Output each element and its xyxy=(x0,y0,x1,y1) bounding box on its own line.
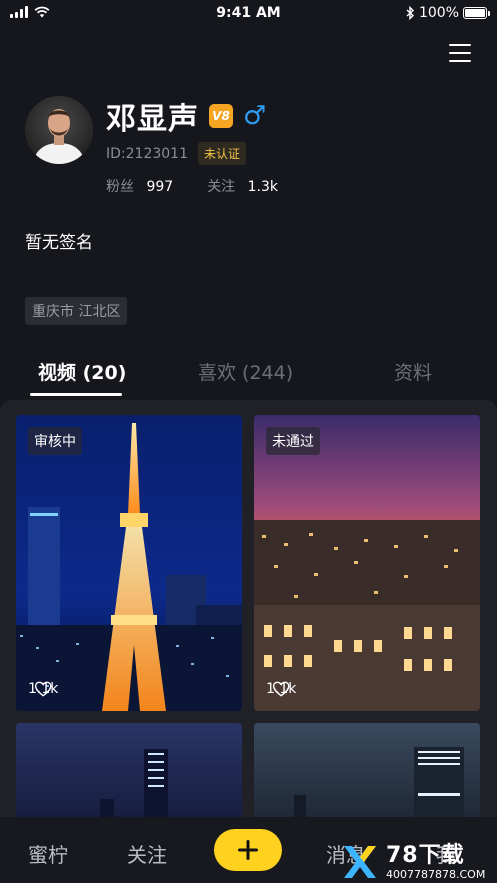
profile-id: ID:2123011 xyxy=(106,145,188,162)
follow-count: 1.3k xyxy=(247,179,279,195)
location-tag: 重庆市 江北区 xyxy=(25,297,128,325)
heart-icon xyxy=(272,681,290,697)
video-card[interactable]: 审核中 1.1k xyxy=(16,415,242,711)
menu-icon[interactable] xyxy=(449,44,471,62)
video-card[interactable] xyxy=(16,723,242,823)
tab-videos[interactable]: 视频 (20) xyxy=(38,358,126,385)
video-card[interactable] xyxy=(254,723,480,823)
video-thumbnail xyxy=(254,723,480,823)
video-likes: 1.1k xyxy=(266,681,296,697)
video-thumbnail xyxy=(16,723,242,823)
verify-status-tag[interactable]: 未认证 xyxy=(197,142,246,165)
video-likes: 1.1k xyxy=(28,681,58,697)
fans-label: 粉丝 xyxy=(106,179,134,195)
nav-home[interactable]: 蜜柠 xyxy=(28,839,68,868)
video-grid: 审核中 1.1k 未通过 1.1k xyxy=(0,400,497,883)
vip-badge: V8 xyxy=(209,104,233,128)
nav-follow[interactable]: 关注 xyxy=(127,839,167,868)
tab-info[interactable]: 资料 xyxy=(394,358,432,385)
profile-name-row: 邓显声 V8 ♂ xyxy=(106,94,266,138)
follow-stat[interactable]: 关注 1.3k xyxy=(207,176,278,196)
bluetooth-icon xyxy=(406,6,414,20)
fans-count: 997 xyxy=(146,179,174,195)
watermark: 78下载 4007787878.COM xyxy=(340,842,485,882)
profile-tabs: 视频 (20) 喜欢 (244) 资料 xyxy=(0,352,497,396)
battery-percent: 100% xyxy=(418,5,459,21)
video-status-badge: 审核中 xyxy=(28,427,82,455)
plus-icon xyxy=(238,840,258,860)
male-icon: ♂ xyxy=(243,101,267,131)
watermark-url: 4007787878.COM xyxy=(386,867,486,881)
add-button[interactable] xyxy=(214,829,282,871)
watermark-title: 78下载 xyxy=(386,842,465,868)
heart-icon xyxy=(34,681,52,697)
profile-id-row: ID:2123011 未认证 xyxy=(106,142,246,165)
profile-signature: 暂无签名 xyxy=(25,233,93,253)
tab-likes[interactable]: 喜欢 (244) xyxy=(198,358,293,385)
status-bar-right: 100% xyxy=(406,5,490,21)
video-card[interactable]: 未通过 1.1k xyxy=(254,415,480,711)
avatar[interactable] xyxy=(25,96,93,164)
video-thumbnail xyxy=(254,415,480,711)
profile-stats: 粉丝 997 关注 1.3k xyxy=(106,176,278,196)
video-status-badge: 未通过 xyxy=(266,427,320,455)
battery-icon xyxy=(463,7,490,19)
watermark-logo xyxy=(344,846,376,878)
status-bar: 9:41 AM 100% xyxy=(0,0,497,26)
tab-active-indicator xyxy=(30,393,122,396)
video-thumbnail xyxy=(16,415,242,711)
follow-label: 关注 xyxy=(207,179,236,195)
fans-stat[interactable]: 粉丝 997 xyxy=(106,176,173,196)
watermark-text: 78下载 4007787878.COM xyxy=(386,842,486,881)
profile-name: 邓显声 xyxy=(106,102,199,137)
